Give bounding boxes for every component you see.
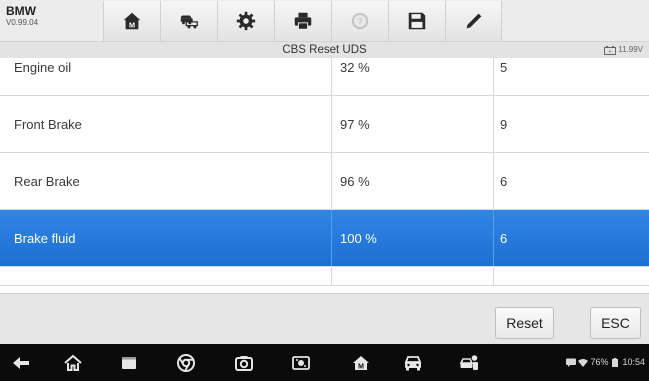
home-icon: M — [123, 12, 141, 29]
svg-text:+: + — [608, 49, 612, 55]
vci-button[interactable] — [458, 353, 480, 373]
recent-apps-button[interactable] — [118, 353, 140, 373]
autel-home-icon: M — [353, 356, 369, 371]
browser-button[interactable] — [175, 353, 197, 373]
item-percent: 32 % — [331, 58, 493, 95]
car-icon — [404, 356, 422, 371]
print-button[interactable] — [274, 1, 331, 41]
empty-cell — [331, 267, 493, 285]
camera-icon — [235, 356, 253, 371]
vehicle-swap-button[interactable] — [160, 1, 217, 41]
action-bar: Reset ESC — [0, 293, 649, 344]
save-icon — [408, 12, 426, 30]
empty-cell — [0, 267, 331, 285]
vci-icon — [459, 355, 478, 370]
settings-icon — [236, 11, 256, 31]
item-percent: 97 % — [331, 96, 493, 152]
vehicle-swap-icon — [180, 15, 198, 29]
item-percent: 100 % — [331, 210, 493, 266]
item-count: 6 — [493, 153, 649, 209]
toolbar-buttons: M ? — [103, 1, 502, 41]
car-button[interactable] — [402, 353, 424, 373]
empty-cell — [493, 267, 649, 285]
page-title: CBS Reset UDS — [282, 44, 367, 56]
home-nav-button[interactable] — [62, 353, 84, 373]
message-icon — [566, 358, 577, 367]
table-row[interactable]: Engine oil 32 % 5 — [0, 58, 649, 96]
pen-icon — [466, 13, 481, 29]
item-percent: 96 % — [331, 153, 493, 209]
item-count: 5 — [493, 58, 649, 95]
battery-percent: 76% — [590, 357, 609, 367]
help-button[interactable]: ? — [331, 1, 388, 41]
item-count: 6 — [493, 210, 649, 266]
system-nav-bar: M 76% 10:54 — [0, 344, 649, 381]
vehicle-brand: BMW V0.99.04 — [6, 4, 54, 28]
top-toolbar: BMW V0.99.04 M ? — [0, 0, 649, 42]
battery-icon: + — [604, 45, 617, 55]
svg-text:?: ? — [357, 17, 363, 27]
home-button[interactable]: M — [103, 1, 160, 41]
screen-capture-icon — [292, 356, 310, 370]
software-version: V0.99.04 — [6, 18, 39, 27]
back-icon — [13, 357, 29, 369]
table-row[interactable]: Rear Brake 96 % 6 — [0, 153, 649, 210]
item-name: Engine oil — [14, 60, 72, 75]
help-icon: ? — [351, 12, 369, 30]
clock: 10:54 — [622, 357, 645, 367]
settings-button[interactable] — [217, 1, 274, 41]
back-button[interactable] — [10, 353, 32, 373]
autel-home-button[interactable]: M — [350, 353, 372, 373]
svg-text:M: M — [358, 364, 364, 371]
battery-voltage: + 11.99V — [604, 44, 643, 56]
esc-button[interactable]: ESC — [590, 307, 641, 339]
camera-button[interactable] — [233, 353, 255, 373]
battery-icon — [612, 358, 619, 367]
cbs-table: Engine oil 32 % 5 Front Brake 97 % 9 Rea… — [0, 58, 649, 286]
print-icon — [294, 12, 312, 30]
status-area: 76% 10:54 — [566, 357, 645, 368]
svg-text:M: M — [129, 20, 135, 29]
battery-voltage-value: 11.99V — [618, 45, 643, 54]
browser-icon — [177, 354, 195, 372]
pen-button[interactable] — [445, 1, 502, 41]
item-count: 9 — [493, 96, 649, 152]
item-name: Front Brake — [14, 116, 82, 132]
table-row-selected[interactable]: Brake fluid 100 % 6 — [0, 210, 649, 267]
home-icon — [64, 354, 82, 371]
table-row[interactable]: Front Brake 97 % 9 — [0, 96, 649, 153]
wifi-icon — [578, 359, 589, 367]
recent-apps-icon — [122, 357, 136, 369]
item-name: Rear Brake — [14, 173, 80, 189]
item-name: Brake fluid — [14, 230, 76, 246]
save-button[interactable] — [388, 1, 445, 41]
screen-capture-button[interactable] — [290, 353, 312, 373]
reset-button[interactable]: Reset — [495, 307, 554, 339]
table-row-empty — [0, 267, 649, 286]
function-header: CBS Reset UDS + 11.99V — [0, 42, 649, 58]
brand-name: BMW — [6, 4, 36, 18]
